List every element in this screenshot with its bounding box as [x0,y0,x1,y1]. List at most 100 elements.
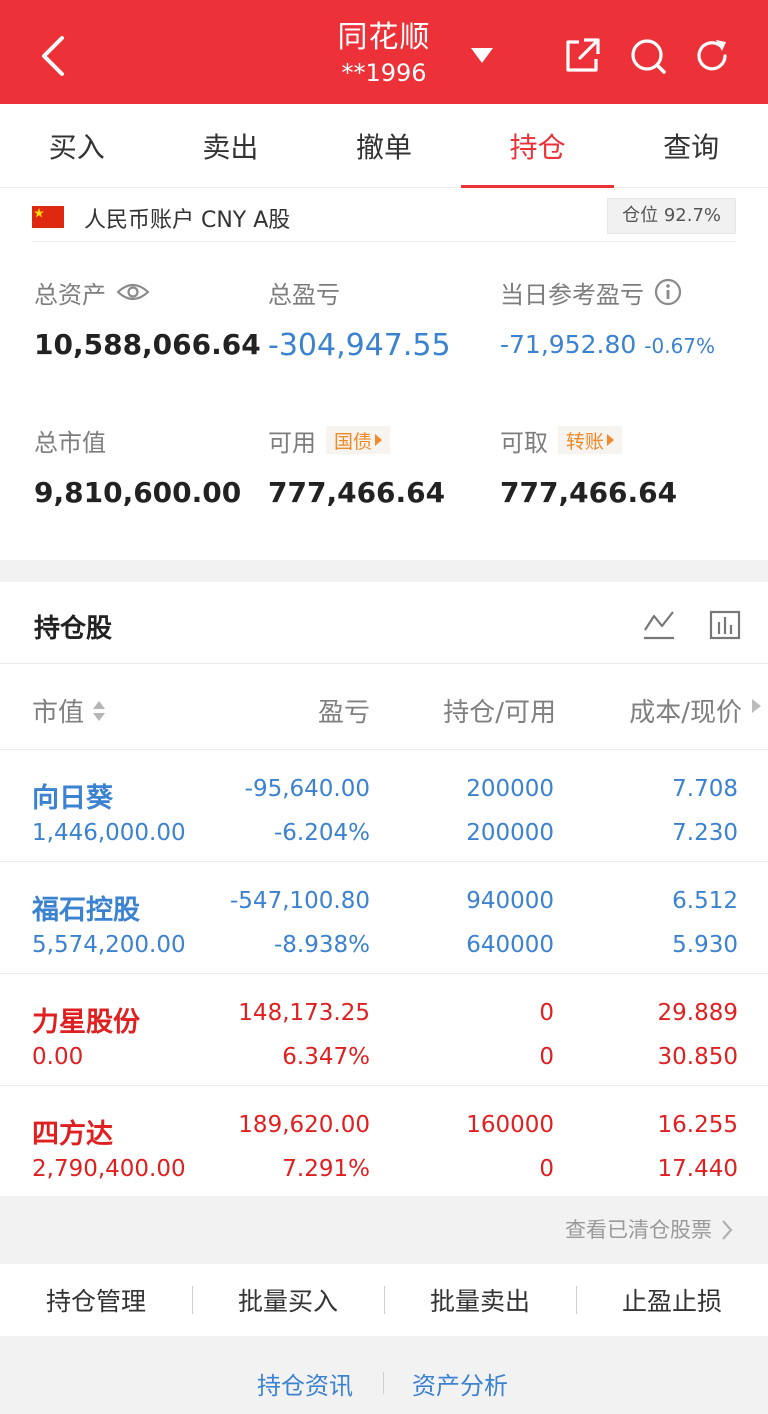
stock-pnl: -95,640.00 [244,776,370,802]
stock-market-value: 0.00 [32,1044,84,1070]
stock-price: 17.440 [657,1156,738,1182]
search-icon[interactable] [628,36,668,76]
stock-position: 940000 [466,888,554,914]
daily-pnl-label: 当日参考盈亏 [500,280,644,309]
stock-available: 200000 [466,820,554,846]
withdrawable-value: 777,466.64 [500,476,678,509]
view-cleared-stocks[interactable]: 查看已清仓股票 [0,1196,768,1264]
col-pnl: 盈亏 [317,698,370,728]
stock-price: 7.230 [672,820,738,846]
stock-market-value: 2,790,400.00 [32,1156,186,1182]
tab-holdings[interactable]: 持仓 [460,104,615,188]
holdings-news-link[interactable]: 持仓资讯 [257,1366,353,1401]
stop-loss-button[interactable]: 止盈止损 [576,1264,768,1336]
stock-cost: 16.255 [657,1112,738,1138]
tab-cancel[interactable]: 撤单 [307,104,461,188]
asset-analysis-link[interactable]: 资产分析 [412,1366,508,1401]
stock-position: 0 [539,1000,554,1026]
batch-buy-button[interactable]: 批量买入 [192,1264,384,1336]
account-bar: 人民币账户 CNY A股 仓位 92.7% [32,198,736,242]
stock-pnl-pct: -6.204% [274,820,370,846]
withdrawable-label: 可取 [500,428,548,457]
daily-pnl-pct: -0.67% [644,334,716,358]
sort-market-value[interactable]: 市值 [32,692,106,729]
stock-pnl: -547,100.80 [230,888,370,914]
total-pnl: 总盈亏 -304,947.55 [268,276,451,364]
stock-pnl: 148,173.25 [238,1000,370,1026]
holdings-title: 持仓股 [34,614,113,644]
table-row[interactable]: 四方达 2,790,400.00 189,620.00 7.291% 16000… [0,1086,768,1198]
market-value-value: 9,810,600.00 [34,476,242,509]
dropdown-caret-icon[interactable] [470,46,494,66]
market-value-label: 总市值 [34,428,106,457]
arrow-right-icon [607,434,615,446]
stock-pnl-pct: 6.347% [282,1044,370,1070]
withdrawable-funds: 可取 转账 777,466.64 [500,424,677,509]
tab-buy[interactable]: 买入 [0,104,154,188]
treasury-bond-link[interactable]: 国债 [326,426,391,454]
stock-pnl: 189,620.00 [238,1112,370,1138]
holdings-column-header: 市值 盈亏 持仓/可用 成本/现价 [0,664,768,750]
position-ratio-badge: 仓位 92.7% [607,198,736,234]
stock-available: 640000 [466,932,554,958]
app-title: 同花顺 [337,20,431,55]
col-position: 持仓/可用 [443,698,556,728]
daily-pnl: 当日参考盈亏 -71,952.80 -0.67% [500,276,715,359]
stock-pnl-pct: 7.291% [282,1156,370,1182]
stock-name: 向日葵 [32,783,113,814]
stock-available: 0 [539,1044,554,1070]
total-assets-label: 总资产 [34,280,106,309]
stock-price: 5.930 [672,932,738,958]
total-pnl-label: 总盈亏 [268,280,340,309]
total-pnl-value: -304,947.55 [268,328,451,363]
stock-available: 0 [539,1156,554,1182]
view-cleared-label: 查看已清仓股票 [565,1218,712,1242]
scroll-right-icon[interactable] [750,698,762,714]
account-summary: 人民币账户 CNY A股 仓位 92.7% 总资产 10,588,066.64 … [0,188,768,560]
manage-holdings-button[interactable]: 持仓管理 [0,1264,192,1336]
table-row[interactable]: 力星股份 0.00 148,173.25 6.347% 0 0 29.889 3… [0,974,768,1086]
stock-cost: 29.889 [657,1000,738,1026]
top-bar: 同花顺 **1996 [0,0,768,104]
tab-query[interactable]: 查询 [614,104,768,188]
tab-sell[interactable]: 卖出 [154,104,308,188]
eye-icon[interactable] [116,281,150,303]
stock-name: 力星股份 [32,1007,140,1038]
stock-name: 四方达 [32,1119,113,1150]
holdings-header: 持仓股 [0,582,768,664]
chevron-right-icon [722,1220,733,1240]
account-selector[interactable]: 同花顺 **1996 [284,18,484,88]
info-icon[interactable] [654,278,682,306]
stock-market-value: 5,574,200.00 [32,932,186,958]
footer-divider [383,1372,384,1394]
total-assets-value: 10,588,066.64 [34,328,261,361]
stock-price: 30.850 [657,1044,738,1070]
bar-chart-icon[interactable] [708,608,742,642]
footer-links: 持仓资讯 资产分析 [0,1336,768,1414]
col-cost-price[interactable]: 成本/现价 [629,692,742,729]
available-value: 777,466.64 [268,476,446,509]
account-currency-label: 人民币账户 CNY A股 [84,208,291,233]
sort-icon [93,701,106,721]
stock-name: 福石控股 [32,895,140,926]
available-label: 可用 [268,428,316,457]
refresh-icon[interactable] [692,36,732,76]
holdings-actions: 持仓管理 批量买入 批量卖出 止盈止损 [0,1264,768,1336]
line-chart-icon[interactable] [642,608,676,642]
stock-cost: 7.708 [672,776,738,802]
stock-cost: 6.512 [672,888,738,914]
table-row[interactable]: 向日葵 1,446,000.00 -95,640.00 -6.204% 2000… [0,750,768,862]
stock-market-value: 1,446,000.00 [32,820,186,846]
market-value: 总市值 9,810,600.00 [34,424,242,510]
share-icon[interactable] [562,36,602,76]
transfer-link[interactable]: 转账 [558,426,623,454]
back-icon[interactable] [36,34,72,78]
stock-pnl-pct: -8.938% [274,932,370,958]
china-flag-icon [32,206,64,228]
available-funds: 可用 国债 777,466.64 [268,424,445,509]
batch-sell-button[interactable]: 批量卖出 [384,1264,576,1336]
daily-pnl-value: -71,952.80 [500,330,637,359]
table-row[interactable]: 福石控股 5,574,200.00 -547,100.80 -8.938% 94… [0,862,768,974]
trade-tabs: 买入 卖出 撤单 持仓 查询 [0,104,768,188]
holdings-section: 持仓股 市值 盈亏 持仓/可用 成本/现价 向日葵 1,446,000.00 -… [0,582,768,1196]
